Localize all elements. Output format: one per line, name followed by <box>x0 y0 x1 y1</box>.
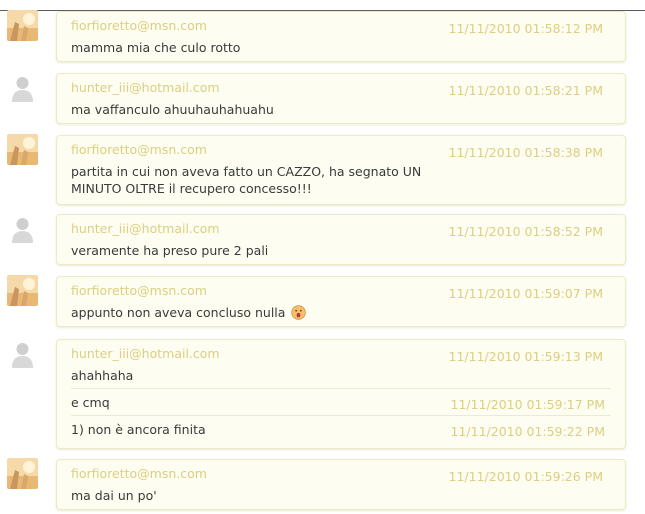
message-bubble: fiorfioretto@msn.com 11/11/2010 01:59:26… <box>56 459 626 510</box>
message-bubble: hunter_iii@hotmail.com 11/11/2010 01:58:… <box>56 214 626 265</box>
timestamp: 11/11/2010 01:59:07 PM <box>448 286 603 301</box>
message-text-line: partita in cui non aveva fatto un CAZZO,… <box>71 164 422 179</box>
avatar-photo[interactable] <box>7 10 38 41</box>
message-text: veramente ha preso pure 2 pali <box>71 243 269 258</box>
avatar-default[interactable] <box>7 213 38 244</box>
divider <box>71 388 611 389</box>
avatar-default[interactable] <box>7 72 38 103</box>
sender-email[interactable]: fiorfioretto@msn.com <box>71 466 207 481</box>
sender-email[interactable]: hunter_iii@hotmail.com <box>71 221 220 236</box>
sender-email[interactable]: hunter_iii@hotmail.com <box>71 80 220 95</box>
message-text: appunto non aveva concluso nulla <box>71 304 307 321</box>
sender-email[interactable]: fiorfioretto@msn.com <box>71 18 207 33</box>
message-text: ahahhaha <box>71 368 134 383</box>
default-person-icon <box>12 218 33 243</box>
avatar-photo[interactable] <box>7 134 38 165</box>
timestamp: 11/11/2010 01:59:17 PM <box>450 397 605 412</box>
default-person-icon <box>12 343 33 368</box>
avatar-photo[interactable] <box>7 275 38 306</box>
avatar-default[interactable] <box>7 338 38 369</box>
surprised-face-icon <box>291 305 307 320</box>
message-text-content: appunto non aveva concluso nulla <box>71 305 286 320</box>
timestamp: 11/11/2010 01:59:26 PM <box>448 469 603 484</box>
message-text-line: MINUTO OLTRE il recupero concesso!!! <box>71 181 312 196</box>
timestamp: 11/11/2010 01:58:21 PM <box>448 83 603 98</box>
timestamp: 11/11/2010 01:59:22 PM <box>450 424 605 439</box>
message-text: ma vaffanculo ahuuhauhahuahu <box>71 102 274 117</box>
timestamp: 11/11/2010 01:59:13 PM <box>448 349 603 364</box>
timestamp: 11/11/2010 01:58:12 PM <box>448 21 603 36</box>
message-text: ma dai un po' <box>71 488 157 503</box>
message-bubble: hunter_iii@hotmail.com 11/11/2010 01:58:… <box>56 73 626 124</box>
divider <box>71 415 611 416</box>
message-bubble: hunter_iii@hotmail.com 11/11/2010 01:59:… <box>56 339 626 449</box>
message-text: mamma mia che culo rotto <box>71 40 241 55</box>
sender-email[interactable]: fiorfioretto@msn.com <box>71 283 207 298</box>
avatar-photo[interactable] <box>7 458 38 489</box>
message-bubble: fiorfioretto@msn.com 11/11/2010 01:59:07… <box>56 276 626 327</box>
timestamp: 11/11/2010 01:58:52 PM <box>448 224 603 239</box>
sender-email[interactable]: fiorfioretto@msn.com <box>71 142 207 157</box>
sender-email[interactable]: hunter_iii@hotmail.com <box>71 346 220 361</box>
message-text: e cmq <box>71 395 110 410</box>
message-bubble: fiorfioretto@msn.com 11/11/2010 01:58:12… <box>56 11 626 62</box>
message-bubble: fiorfioretto@msn.com 11/11/2010 01:58:38… <box>56 135 626 205</box>
message-text: 1) non è ancora finita <box>71 422 206 437</box>
default-person-icon <box>12 77 33 102</box>
timestamp: 11/11/2010 01:58:38 PM <box>448 145 603 160</box>
